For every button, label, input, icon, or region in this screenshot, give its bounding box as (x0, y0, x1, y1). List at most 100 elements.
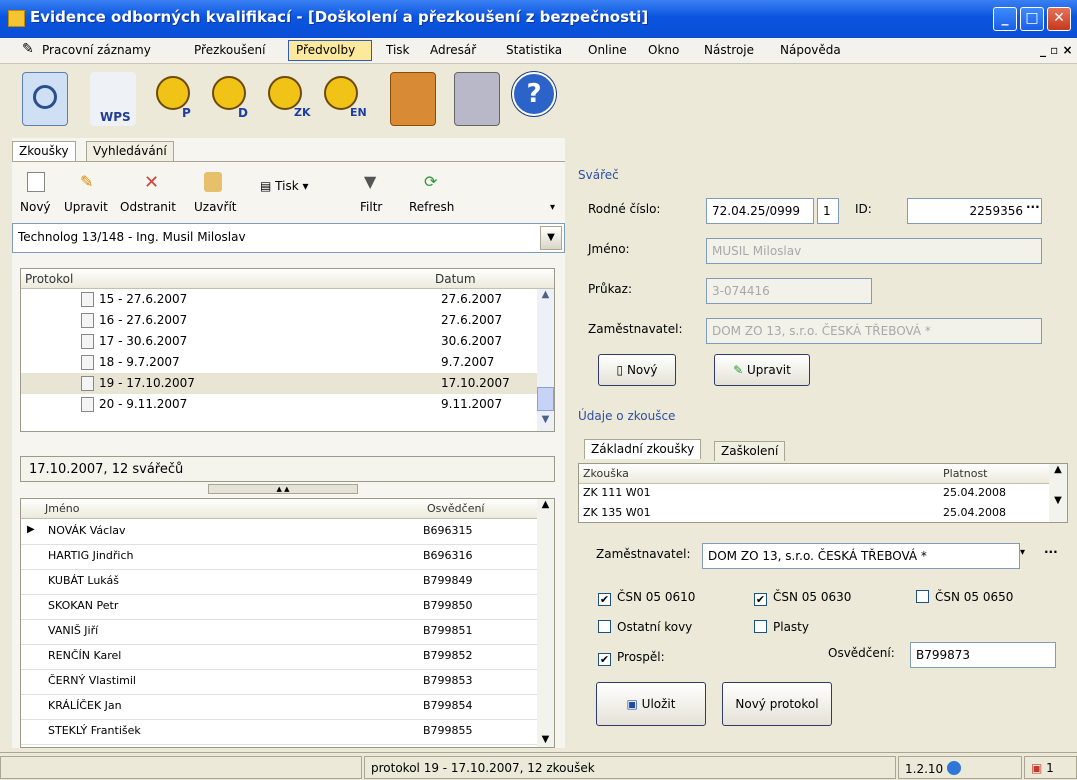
check-csn-0650[interactable]: ČSN 05 0650 (916, 590, 1013, 604)
cert-field[interactable]: B799873 (910, 642, 1056, 668)
check-other-metals[interactable]: Ostatní kovy (598, 620, 692, 634)
check-csn-0610[interactable]: ✔ ČSN 05 0610 (598, 590, 695, 606)
menu-nastroje[interactable]: Nástroje (704, 43, 754, 57)
welder-row[interactable]: KUBÁT Lukáš B799849 (21, 570, 539, 595)
exam-row-name[interactable]: ZK 135 W01 (583, 506, 651, 520)
tab-vyhledavani[interactable]: Vyhledávání (86, 141, 174, 161)
protocol-row[interactable]: 19 - 17.10.2007 17.10.2007 (21, 373, 539, 394)
chevron-down-icon[interactable]: ▾ (1020, 547, 1025, 558)
menu-napoveda[interactable]: Nápověda (780, 43, 841, 57)
welder-row[interactable]: ▶ NOVÁK Václav B696315 (21, 520, 539, 545)
welder-p-icon[interactable]: P (152, 72, 198, 126)
welder-en-icon[interactable]: EN (320, 72, 367, 126)
checkbox-icon (598, 620, 611, 633)
save-button[interactable]: ▣ Uložit (596, 682, 706, 726)
tab-zkousky[interactable]: Zkoušky (12, 141, 76, 161)
employer-browse-button[interactable]: ··· (1044, 545, 1058, 559)
minimize-button[interactable]: _ (993, 7, 1017, 31)
tab-training[interactable]: Zaškolení (714, 441, 786, 461)
welder-row[interactable]: SKOKAN Petr B799850 (21, 595, 539, 620)
id-browse-button[interactable]: ··· (1026, 200, 1040, 214)
rc-number-field[interactable]: 1 (817, 198, 839, 224)
col-zkouska[interactable]: Zkouška (579, 464, 939, 484)
new-button[interactable]: Nový (20, 200, 51, 214)
menu-okno[interactable]: Okno (648, 43, 679, 57)
menu-pracovni-zaznamy[interactable]: Pracovní záznamy (42, 43, 151, 57)
check-csn-0630[interactable]: ✔ ČSN 05 0630 (754, 590, 851, 606)
scrollbar[interactable]: ▲ ▼ (537, 499, 554, 747)
filter-button[interactable]: Filtr (360, 200, 382, 214)
welder-new-button[interactable]: ▯ Nový (598, 354, 676, 386)
version-label: 1.2.10 (905, 762, 944, 776)
welder-row[interactable]: ČERNÝ Vlastimil B799853 (21, 670, 539, 695)
col-jmeno[interactable]: Jméno (41, 499, 423, 519)
menu-tisk[interactable]: Tisk (386, 43, 410, 57)
welder-row[interactable]: STEKLÝ František B799855 (21, 720, 539, 745)
tab-basic-exams[interactable]: Základní zkoušky (584, 439, 702, 459)
technolog-select[interactable]: Technolog 13/148 - Ing. Musil Miloslav ▼ (12, 223, 565, 253)
employer-field[interactable]: DOM ZO 13, s.r.o. ČESKÁ TŘEBOVÁ * (706, 318, 1042, 344)
scroll-up-icon[interactable]: ▲ (537, 289, 554, 306)
scroll-down-icon[interactable]: ▼ (1049, 495, 1067, 506)
name-field[interactable]: MUSIL Miloslav (706, 238, 1042, 264)
protocol-row[interactable]: 18 - 9.7.2007 9.7.2007 (21, 352, 539, 373)
protocol-row[interactable]: 15 - 27.6.2007 27.6.2007 (21, 289, 539, 310)
scroll-down-icon[interactable]: ▼ (537, 414, 554, 431)
welder-row[interactable]: VANIŠ Jiří B799851 (21, 620, 539, 645)
toolbar-overflow-icon[interactable]: ▾ (550, 202, 555, 213)
help-icon[interactable]: ? (512, 72, 556, 116)
close-button[interactable]: ✕ (1047, 7, 1071, 31)
new-protocol-button[interactable]: Nový protokol (722, 682, 832, 726)
computer-icon[interactable] (454, 72, 500, 126)
remove-button[interactable]: Odstranit (120, 200, 176, 214)
chevron-down-icon[interactable]: ▼ (540, 226, 562, 250)
check-plastics[interactable]: Plasty (754, 620, 809, 634)
search-icon[interactable] (22, 72, 68, 126)
close-record-button[interactable]: Uzavřít (194, 200, 237, 214)
menu-online[interactable]: Online (588, 43, 627, 57)
exam-employer-select[interactable]: DOM ZO 13, s.r.o. ČESKÁ TŘEBOVÁ * (702, 543, 1020, 569)
menu-prezkouseni[interactable]: Přezkoušení (194, 43, 265, 57)
protocol-row[interactable]: 17 - 30.6.2007 30.6.2007 (21, 331, 539, 352)
menu-predvolby[interactable]: Předvolby (296, 43, 355, 57)
rc-field[interactable]: 72.04.25/0999 (706, 198, 814, 224)
checkbox-icon: ✔ (754, 593, 767, 606)
wps-document-icon[interactable]: WPS (90, 72, 136, 126)
exam-row-valid[interactable]: 25.04.2008 (943, 506, 1006, 520)
scroll-up-icon[interactable]: ▲ (537, 499, 554, 510)
welder-name: RENČÍN Karel (48, 649, 122, 662)
welder-d-icon[interactable]: D (208, 72, 254, 126)
welder-row[interactable]: KRÁLÍČEK Jan B799854 (21, 695, 539, 720)
col-platnost[interactable]: Platnost (939, 464, 1049, 484)
check-passed[interactable]: ✔ Prospěl: (598, 650, 665, 666)
col-osvedceni[interactable]: Osvědčení (423, 499, 539, 519)
id-field[interactable]: 2259356 (907, 198, 1042, 224)
scrollbar[interactable]: ▲ ▼ (1049, 464, 1067, 522)
protocol-row[interactable]: 16 - 27.6.2007 27.6.2007 (21, 310, 539, 331)
group-welder: Svářeč (578, 168, 619, 182)
edit-button[interactable]: Upravit (64, 200, 108, 214)
protocol-row[interactable]: 20 - 9.11.2007 9.11.2007 (21, 394, 539, 415)
pencil-icon: ✎ (80, 172, 94, 191)
card-field[interactable]: 3-074416 (706, 278, 872, 304)
col-datum[interactable]: Datum (431, 269, 539, 289)
scroll-up-icon[interactable]: ▲ (1049, 464, 1067, 475)
welder-zk-icon[interactable]: ZK (264, 72, 311, 126)
scrollbar[interactable]: ▲ ▼ (537, 289, 554, 431)
mdi-controls[interactable]: _ ▫ × (1040, 43, 1073, 57)
menu-statistika[interactable]: Statistika (506, 43, 562, 57)
maximize-button[interactable]: □ (1020, 7, 1044, 31)
welder-edit-button[interactable]: ✎ Upravit (714, 354, 810, 386)
exam-row-valid[interactable]: 25.04.2008 (943, 486, 1006, 499)
welder-row[interactable]: RENČÍN Karel B799852 (21, 645, 539, 670)
book-icon[interactable] (390, 72, 436, 126)
exam-row-name[interactable]: ZK 111 W01 (583, 486, 651, 499)
welder-row[interactable]: HARTIG Jindřich B696316 (21, 545, 539, 570)
splitter-handle[interactable]: ▲ ▲ (208, 484, 358, 494)
col-protokol[interactable]: Protokol (21, 269, 431, 289)
refresh-button[interactable]: Refresh (409, 200, 454, 214)
print-menu-button[interactable]: ▤ Tisk ▾ (256, 176, 313, 198)
scroll-down-icon[interactable]: ▼ (537, 734, 554, 745)
menu-adresar[interactable]: Adresář (430, 43, 476, 57)
scroll-thumb[interactable] (537, 387, 554, 411)
